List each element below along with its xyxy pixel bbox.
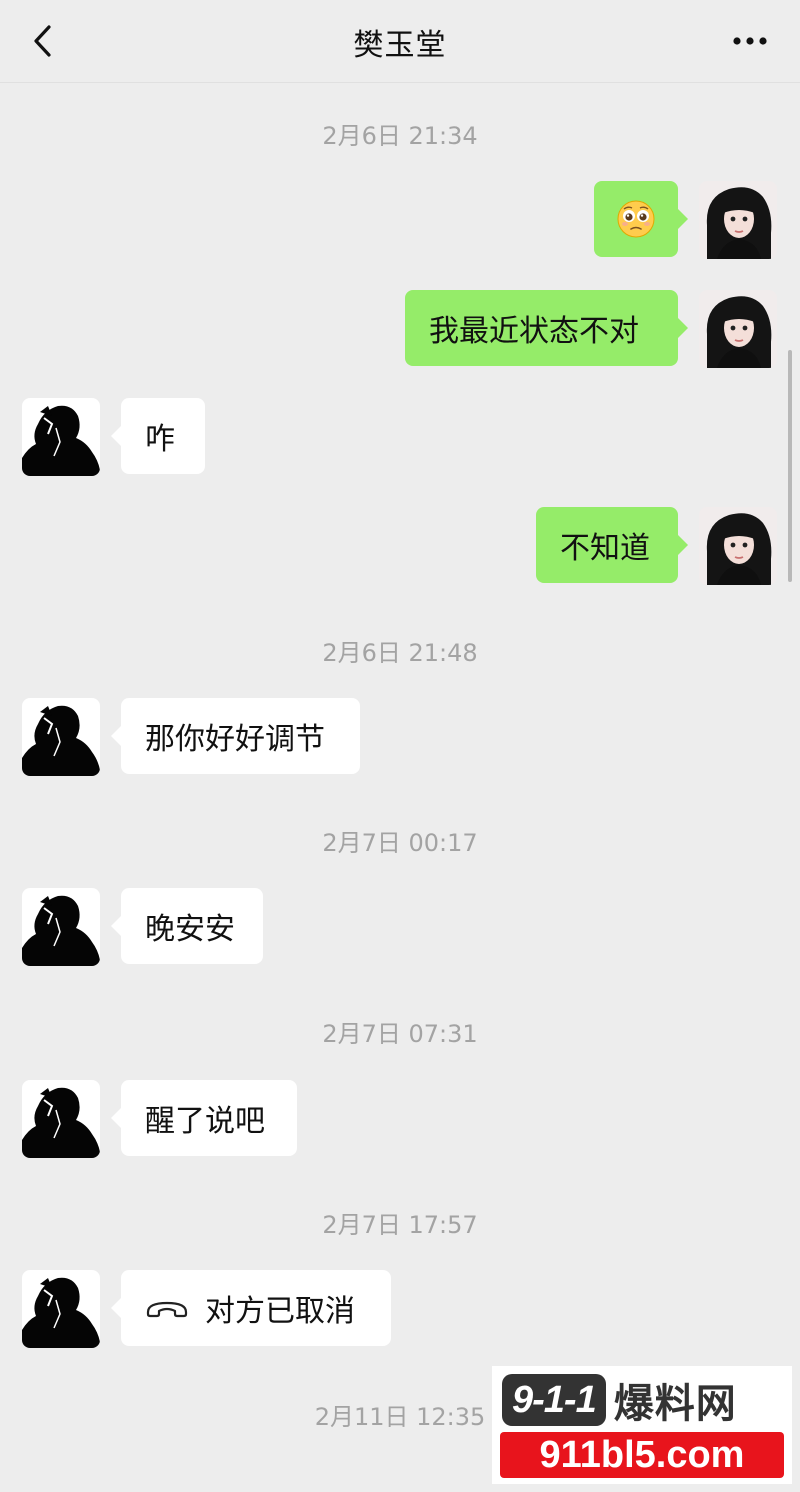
pleading-face-emoji (617, 200, 655, 238)
avatar-contact[interactable] (22, 698, 100, 776)
message-timestamp: 2月7日 00:17 (322, 829, 478, 857)
message-bubble-outgoing[interactable] (594, 181, 688, 257)
watermark-logo: 9-1-1 (502, 1374, 606, 1426)
watermark: 9-1-1 爆料网 911bl5.com (492, 1366, 792, 1484)
call-status-text: 对方已取消 (205, 1294, 355, 1329)
message-timestamp: 2月7日 17:57 (322, 1211, 478, 1239)
message-bubble-incoming[interactable]: 咋 (111, 398, 205, 474)
avatar-contact[interactable] (22, 888, 100, 966)
message-bubble-incoming[interactable]: 那你好好调节 (111, 698, 360, 774)
message-bubble-outgoing[interactable]: 我最近状态不对 (405, 290, 688, 366)
more-dots-icon (733, 37, 767, 45)
chat-header: 樊玉堂 (0, 0, 800, 83)
avatar-contact[interactable] (22, 398, 100, 476)
message-timestamp: 2月6日 21:48 (322, 639, 478, 667)
avatar-self[interactable] (699, 290, 777, 368)
avatar-contact[interactable] (22, 1080, 100, 1158)
scrollbar[interactable] (788, 350, 792, 582)
call-record-bubble[interactable]: 对方已取消 (111, 1270, 391, 1346)
more-button[interactable] (728, 24, 772, 58)
avatar-self[interactable] (699, 181, 777, 259)
message-timestamp: 2月6日 21:34 (322, 122, 478, 150)
message-bubble-incoming[interactable]: 晚安安 (111, 888, 263, 964)
voice-call-icon (145, 1297, 189, 1319)
avatar-self[interactable] (699, 507, 777, 585)
message-bubble-incoming[interactable]: 醒了说吧 (111, 1080, 297, 1156)
chat-title: 樊玉堂 (353, 28, 447, 63)
message-bubble-outgoing[interactable]: 不知道 (536, 507, 688, 583)
message-timestamp: 2月7日 07:31 (322, 1020, 478, 1048)
watermark-brand: 爆料网 (613, 1381, 737, 1427)
watermark-url: 911bl5.com (500, 1432, 784, 1478)
avatar-contact[interactable] (22, 1270, 100, 1348)
